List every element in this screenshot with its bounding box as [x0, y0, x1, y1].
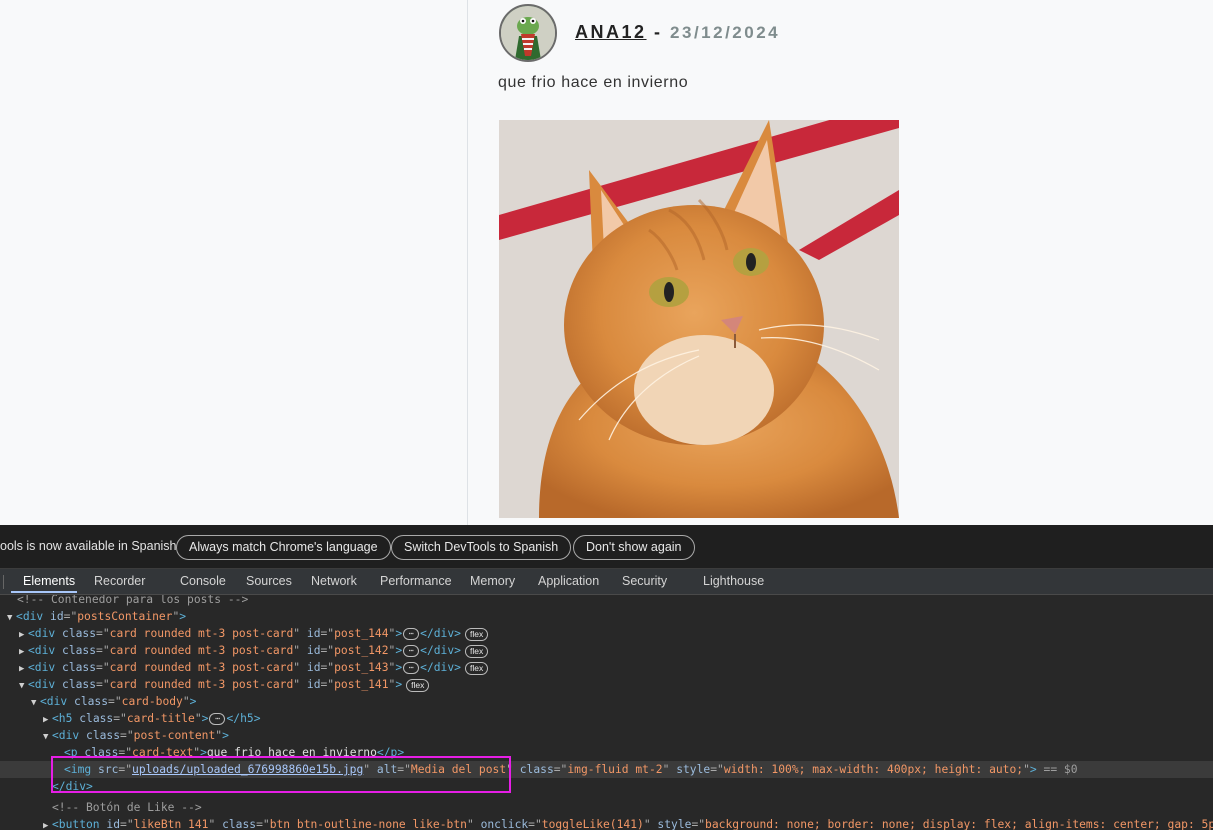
dom-line-post-141[interactable]: ▼ <div class="card rounded mt-3 post-card…: [0, 676, 1213, 693]
post-title-separator: -: [646, 22, 671, 42]
dom-line-post-143[interactable]: ▶ <div class="card rounded mt-3 post-card…: [0, 659, 1213, 676]
dom-line-comment[interactable]: <!-- Contenedor para los posts -->: [0, 595, 1213, 608]
devtools-tab-bar: Elements Recorder Console Sources Networ…: [0, 569, 1213, 595]
post-image: [499, 120, 899, 518]
attr-value: card rounded mt-3 post-card: [109, 678, 294, 691]
attr-value: card-title: [126, 712, 195, 725]
post-username-link[interactable]: ANA12: [575, 22, 647, 42]
infobar-message: ools is now available in Spanish!: [0, 539, 180, 553]
switch-devtools-spanish-button[interactable]: Switch DevTools to Spanish: [391, 535, 572, 560]
attr-value: post_141: [334, 678, 389, 691]
flex-badge[interactable]: flex: [464, 644, 489, 658]
tab-elements[interactable]: Elements: [23, 574, 75, 588]
selected-node-marker: == $0: [1043, 763, 1078, 776]
flex-badge[interactable]: flex: [464, 627, 489, 641]
cat-photo: [499, 120, 899, 518]
left-column: [0, 0, 468, 525]
attr-value: post-content: [133, 729, 216, 742]
tab-performance[interactable]: Performance: [380, 574, 452, 588]
ellipsis-icon[interactable]: ⋯: [209, 713, 226, 725]
tab-security[interactable]: Security: [622, 574, 667, 588]
tab-network[interactable]: Network: [311, 574, 357, 588]
dom-line-posts-container[interactable]: ▼ <div id="postsContainer">: [0, 608, 1213, 625]
active-tab-underline: [11, 591, 77, 593]
elements-dom-tree: <!-- Contenedor para los posts --> ▼ <div…: [0, 595, 1213, 830]
dont-show-again-button[interactable]: Don't show again: [573, 535, 695, 560]
ellipsis-icon[interactable]: ⋯: [403, 628, 420, 640]
devtools-language-infobar: ools is now available in Spanish! Always…: [0, 525, 1213, 569]
tag-name: div: [22, 610, 44, 623]
ellipsis-icon[interactable]: ⋯: [403, 662, 420, 674]
attr-value: postsContainer: [77, 610, 173, 623]
attr-value: post_143: [334, 661, 389, 674]
post-date: 23/12/2024: [670, 23, 781, 42]
tab-memory[interactable]: Memory: [470, 574, 515, 588]
annotation-highlight-box: [51, 756, 511, 793]
tab-recorder[interactable]: Recorder: [94, 574, 145, 588]
devtools-panel: ools is now available in Spanish! Always…: [0, 525, 1213, 830]
post-card: ANA12 - 23/12/2024 que frio hace en invi…: [498, 0, 1213, 525]
attr-value: card rounded mt-3 post-card: [109, 644, 294, 657]
dom-line-card-body[interactable]: ▼ <div class="card-body">: [0, 693, 1213, 710]
comment-text: <!-- Contenedor para los posts -->: [17, 595, 249, 606]
attr-value: post_142: [334, 644, 389, 657]
flex-badge[interactable]: flex: [406, 678, 430, 692]
tab-lighthouse[interactable]: Lighthouse: [703, 574, 764, 588]
always-match-language-button[interactable]: Always match Chrome's language: [176, 535, 391, 560]
avatar-image: [501, 6, 555, 60]
attr-value: toggleLike(141): [541, 818, 644, 830]
attr-value: post_144: [334, 627, 389, 640]
tab-sources[interactable]: Sources: [246, 574, 292, 588]
attr-value: btn btn-outline-none like-btn: [269, 818, 467, 830]
dom-line-post-142[interactable]: ▶ <div class="card rounded mt-3 post-card…: [0, 642, 1213, 659]
tab-console[interactable]: Console: [180, 574, 226, 588]
post-text: que frio hace en invierno: [498, 74, 689, 91]
attr-name: id: [50, 610, 64, 623]
comment-text: <!-- Botón de Like -->: [52, 801, 202, 814]
ellipsis-icon[interactable]: ⋯: [403, 645, 420, 657]
dom-line-like-comment[interactable]: <!-- Botón de Like -->: [0, 799, 1213, 816]
expand-triangle-icon[interactable]: ▶: [43, 818, 52, 830]
attr-value: width: 100%; max-width: 400px; height: a…: [723, 763, 1024, 776]
attr-value: card rounded mt-3 post-card: [109, 661, 294, 674]
attr-value: background: none; border: none; display:…: [705, 818, 1213, 830]
post-title: ANA12 - 23/12/2024: [575, 22, 780, 43]
attr-value: card-body: [121, 695, 183, 708]
dom-line-post-content[interactable]: ▼ <div class="post-content">: [0, 727, 1213, 744]
attr-value: card rounded mt-3 post-card: [109, 627, 294, 640]
dom-line-like-button[interactable]: ▶ <button id="likeBtn_141" class="btn btn…: [0, 816, 1213, 830]
web-page: ANA12 - 23/12/2024 que frio hace en invi…: [0, 0, 1213, 525]
avatar[interactable]: [499, 4, 557, 62]
tab-divider: [3, 575, 4, 589]
flex-badge[interactable]: flex: [464, 661, 489, 675]
tab-application[interactable]: Application: [538, 574, 599, 588]
attr-value: likeBtn_141: [133, 818, 209, 830]
dom-line-post-144[interactable]: ▶ <div class="card rounded mt-3 post-card…: [0, 625, 1213, 642]
dom-line-card-title[interactable]: ▶ <h5 class="card-title"> ⋯ </h5>: [0, 710, 1213, 727]
attr-value: img-fluid mt-2: [567, 763, 663, 776]
